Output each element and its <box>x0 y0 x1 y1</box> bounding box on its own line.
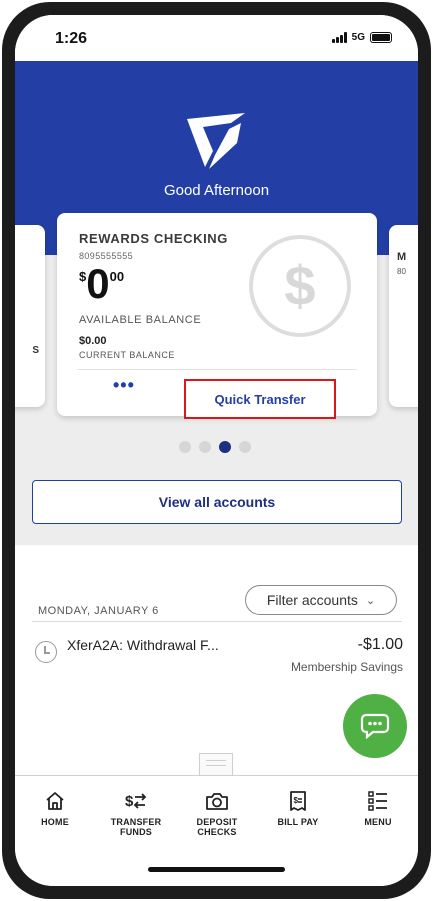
nav-label: DEPOSIT CHECKS <box>196 817 238 837</box>
page-dot[interactable] <box>239 441 251 453</box>
chat-bubble-icon <box>360 713 390 739</box>
available-balance-label: AVAILABLE BALANCE <box>79 314 202 326</box>
balance-whole: 0 <box>86 260 110 307</box>
camera-icon <box>206 793 228 810</box>
card-divider <box>77 369 357 370</box>
phone-frame: 1:26 5G Good Afternoon S M 80 REWARDS CH… <box>2 2 431 899</box>
bank-logo-icon <box>187 113 245 169</box>
nav-transfer-funds[interactable]: $ TRANSFER FUNDS <box>96 790 176 837</box>
card-peek-number: 80 <box>397 267 406 276</box>
bill-icon: $ <box>290 791 306 811</box>
pending-clock-icon <box>35 641 57 663</box>
status-time: 1:26 <box>55 30 88 47</box>
available-balance-value: $000 <box>79 263 124 305</box>
menu-list-icon <box>368 791 387 811</box>
nav-bill-pay[interactable]: $ BILL PAY <box>258 790 338 827</box>
document-icon <box>199 753 233 775</box>
page-dot-active[interactable] <box>219 441 231 453</box>
account-card-rewards-checking[interactable]: REWARDS CHECKING 8095555555 $000 AVAILAB… <box>57 213 377 419</box>
home-indicator[interactable] <box>148 867 285 872</box>
account-name: REWARDS CHECKING <box>79 231 228 246</box>
account-card-previous[interactable]: S <box>15 225 45 407</box>
nav-menu[interactable]: MENU <box>338 790 418 827</box>
nav-label: TRANSFER FUNDS <box>110 817 162 837</box>
currency-symbol: $ <box>79 269 87 284</box>
status-bar: 1:26 5G <box>15 15 418 61</box>
nav-label: HOME <box>41 817 69 827</box>
divider <box>32 621 402 622</box>
page-dot[interactable] <box>199 441 211 453</box>
card-peek-text: S <box>32 345 39 356</box>
home-icon <box>46 792 64 810</box>
transaction-amount: -$1.00 <box>357 636 403 653</box>
nav-home[interactable]: HOME <box>15 790 95 827</box>
svg-text:$: $ <box>294 796 299 805</box>
battery-icon <box>370 32 392 43</box>
page-dot[interactable] <box>179 441 191 453</box>
quick-transfer-button[interactable]: Quick Transfer <box>184 379 336 419</box>
card-peek-text: M <box>397 251 407 263</box>
dollar-icon: $ <box>249 235 351 337</box>
nav-label: BILL PAY <box>277 817 319 827</box>
svg-text:$: $ <box>125 793 134 810</box>
network-label: 5G <box>351 32 365 43</box>
transaction-date-header: MONDAY, JANUARY 6 <box>38 605 159 617</box>
transaction-title: XferA2A: Withdrawal F... <box>67 637 219 653</box>
greeting-text: Good Afternoon <box>163 182 270 199</box>
nav-deposit-checks[interactable]: DEPOSIT CHECKS <box>177 790 257 837</box>
more-options-button[interactable]: ••• <box>113 375 135 396</box>
transaction-account: Membership Savings <box>290 660 403 674</box>
filter-label: Filter accounts <box>266 592 358 608</box>
view-all-accounts-button[interactable]: View all accounts <box>32 480 402 524</box>
current-balance-value: $0.00 <box>79 335 107 347</box>
chat-button[interactable] <box>343 694 407 758</box>
chevron-down-icon: ⌄ <box>365 594 376 607</box>
app-screen: 1:26 5G Good Afternoon S M 80 REWARDS CH… <box>15 15 418 886</box>
nav-label: MENU <box>364 817 392 827</box>
signal-icon <box>331 32 347 43</box>
status-icons: 5G <box>331 32 392 43</box>
account-card-next[interactable]: M 80 <box>389 225 418 407</box>
transfer-icon: $ <box>125 793 147 810</box>
balance-cents: 00 <box>109 269 125 284</box>
filter-accounts-button[interactable]: Filter accounts ⌄ <box>245 585 397 615</box>
card-pagination <box>179 441 251 453</box>
current-balance-label: CURRENT BALANCE <box>79 350 175 360</box>
